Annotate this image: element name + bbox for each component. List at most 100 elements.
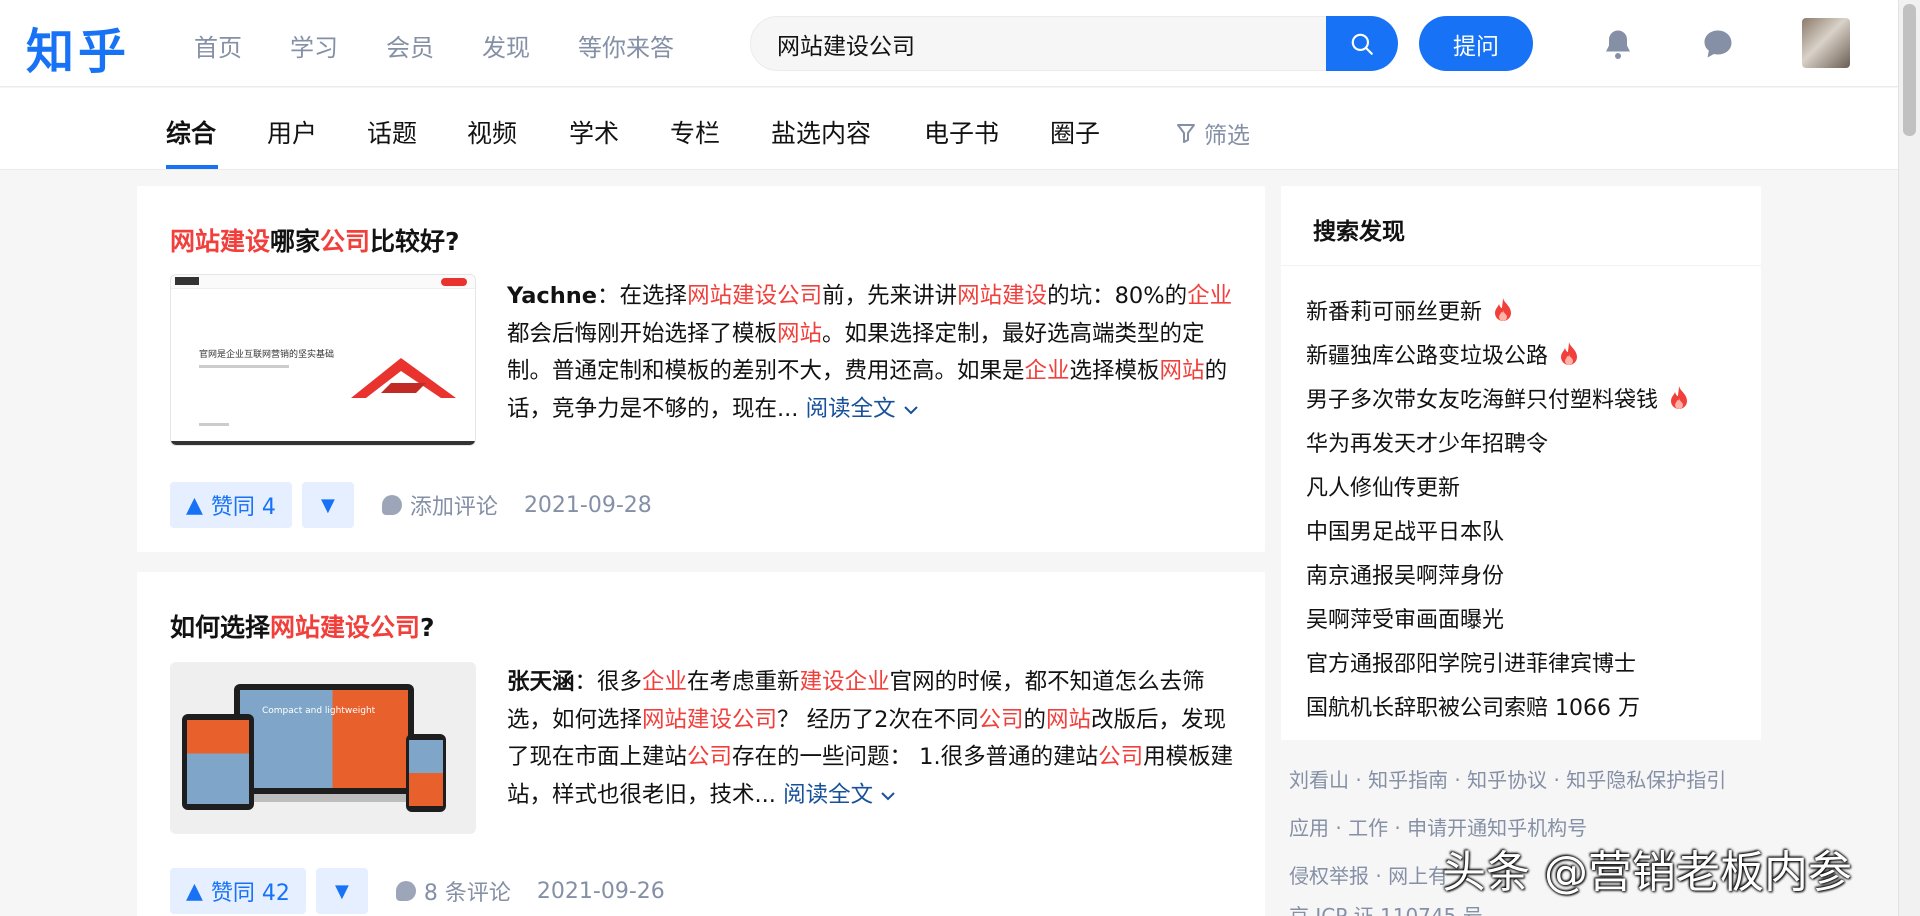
filter-label: 筛选: [1204, 123, 1250, 149]
top-header: 知乎 首页 学习 会员 发现 等你来答 提问: [0, 0, 1898, 87]
hot-search-item[interactable]: 华为再发天才少年招聘令: [1306, 420, 1690, 464]
search-result-card: 网站建设哪家公司比较好? 官网是企业互联网营销的坚实基础 Yachne：在选择网…: [137, 186, 1265, 552]
tab-users[interactable]: 用户: [267, 114, 317, 150]
thumb-chevron-graphic: [351, 358, 456, 398]
nav-waiting[interactable]: 等你来答: [578, 28, 674, 63]
comment-button[interactable]: 添加评论: [381, 489, 498, 521]
result-thumbnail[interactable]: Compact and lightweight: [170, 662, 476, 834]
result-thumbnail[interactable]: 官网是企业互联网营销的坚实基础: [170, 274, 476, 446]
result-actions: ▲ 赞同 4 ▼ 添加评论 2021-09-28: [170, 482, 652, 528]
main-nav: 首页 学习 会员 发现 等你来答: [194, 28, 722, 63]
hot-search-text: 国航机长辞职被公司索赔 1066 万: [1306, 696, 1640, 721]
tab-videos[interactable]: 视频: [467, 114, 517, 150]
thumb-laptop-screen: [240, 690, 408, 788]
scrollbar-thumb[interactable]: [1903, 4, 1916, 136]
bell-icon[interactable]: [1600, 26, 1636, 62]
result-excerpt[interactable]: 张天涵：很多企业在考虑重新建设企业官网的时候，都不知道怎么去筛选，如何选择网站建…: [507, 664, 1237, 814]
footer-link[interactable]: 知乎指南: [1368, 768, 1448, 792]
fire-icon: [1495, 298, 1512, 321]
tab-topics[interactable]: 话题: [367, 114, 417, 150]
footer-link[interactable]: 网上有: [1388, 864, 1448, 888]
thumb-navbar: [171, 275, 475, 289]
upvote-button[interactable]: ▲ 赞同 4: [170, 482, 292, 528]
result-date: 2021-09-26: [536, 878, 665, 904]
result-excerpt[interactable]: Yachne：在选择网站建设公司前，先来讲讲网站建设的坑：80%的企业都会后悔刚…: [507, 278, 1237, 428]
author-name[interactable]: Yachne: [507, 283, 597, 309]
triangle-down-icon: ▼: [321, 494, 335, 516]
page-scrollbar[interactable]: [1898, 0, 1920, 916]
search-button[interactable]: [1326, 16, 1398, 71]
footer-icp: 京 ICP 证 110745 号: [1289, 904, 1483, 916]
tab-salt-selection[interactable]: 盐选内容: [771, 114, 871, 150]
fire-icon: [1671, 386, 1688, 409]
triangle-down-icon: ▼: [335, 880, 349, 902]
hot-search-item[interactable]: 南京通报吴啊萍身份: [1306, 552, 1690, 596]
search-discovery-panel: 搜索发现 新番莉可丽丝更新 新疆独库公路变垃圾公路男子多次带女友吃海鲜只付塑料袋钱…: [1281, 186, 1761, 740]
chevron-down-icon: [904, 405, 918, 414]
hot-search-item[interactable]: 吴啊萍受审画面曝光: [1306, 596, 1690, 640]
user-avatar[interactable]: [1802, 18, 1850, 68]
footer-link[interactable]: 应用: [1289, 816, 1329, 840]
footer-link[interactable]: 刘看山: [1289, 768, 1349, 792]
tab-academic[interactable]: 学术: [569, 114, 619, 150]
thumb-line: [199, 365, 289, 368]
search-result-card: 如何选择网站建设公司? Compact and lightweight 张天涵：…: [137, 572, 1265, 916]
panel-title: 搜索发现: [1281, 186, 1761, 266]
search-input[interactable]: [751, 17, 1271, 70]
hot-search-item[interactable]: 官方通报邵阳学院引进菲律宾博士: [1306, 640, 1690, 684]
read-more-link[interactable]: 阅读全文: [806, 396, 919, 422]
triangle-up-icon: ▲: [186, 878, 203, 904]
result-date: 2021-09-28: [523, 492, 652, 518]
author-name[interactable]: 张天涵: [507, 669, 575, 695]
footer-link[interactable]: 知乎隐私保护指引: [1566, 768, 1726, 792]
tab-columns[interactable]: 专栏: [670, 114, 720, 150]
message-icon[interactable]: [1700, 26, 1736, 62]
thumb-button: [441, 278, 467, 286]
hot-search-item[interactable]: 凡人修仙传更新: [1306, 464, 1690, 508]
filter-icon: [1177, 124, 1195, 143]
tab-circles[interactable]: 圈子: [1050, 114, 1100, 150]
hot-search-item[interactable]: 国航机长辞职被公司索赔 1066 万: [1306, 684, 1690, 728]
chevron-down-icon: [881, 791, 896, 800]
hot-search-text: 吴啊萍受审画面曝光: [1306, 608, 1505, 633]
hot-search-item[interactable]: 男子多次带女友吃海鲜只付塑料袋钱: [1306, 376, 1690, 420]
tab-ebooks[interactable]: 电子书: [924, 114, 999, 150]
hot-search-item[interactable]: 中国男足战平日本队: [1306, 508, 1690, 552]
result-title[interactable]: 如何选择网站建设公司?: [170, 608, 435, 644]
hot-search-list: 新番莉可丽丝更新 新疆独库公路变垃圾公路男子多次带女友吃海鲜只付塑料袋钱 华为再发天…: [1306, 288, 1690, 728]
footer-link[interactable]: 工作: [1348, 816, 1388, 840]
result-title[interactable]: 网站建设哪家公司比较好?: [170, 222, 460, 258]
downvote-button[interactable]: ▼: [301, 482, 354, 528]
read-more-link[interactable]: 阅读全文: [783, 782, 896, 808]
active-tab-indicator: [166, 165, 218, 169]
ask-button[interactable]: 提问: [1419, 16, 1533, 71]
fire-icon: [1561, 342, 1578, 365]
hot-search-item[interactable]: 新疆独库公路变垃圾公路: [1306, 332, 1690, 376]
filter-button[interactable]: 筛选: [1176, 116, 1250, 150]
thumb-bottom-bar: [171, 441, 475, 445]
footer-link[interactable]: 知乎协议: [1467, 768, 1547, 792]
search-icon: [1351, 33, 1373, 55]
footer-links-row: 侵权举报 · 网上有: [1289, 864, 1449, 888]
comment-icon: [395, 881, 416, 901]
upvote-button[interactable]: ▲ 赞同 42: [170, 868, 306, 914]
search-tabs: 综合 用户 话题 视频 学术 专栏 盐选内容 电子书 圈子 筛选: [0, 88, 1898, 170]
zhihu-logo[interactable]: 知乎: [26, 12, 130, 82]
nav-home[interactable]: 首页: [194, 28, 242, 63]
comment-button[interactable]: 8 条评论: [395, 875, 511, 907]
tab-general[interactable]: 综合: [166, 114, 216, 150]
hot-search-item[interactable]: 新番莉可丽丝更新: [1306, 288, 1690, 332]
footer-link[interactable]: 侵权举报: [1289, 864, 1369, 888]
hot-search-text: 官方通报邵阳学院引进菲律宾博士: [1306, 652, 1637, 677]
hot-search-text: 男子多次带女友吃海鲜只付塑料袋钱: [1306, 388, 1659, 413]
nav-discover[interactable]: 发现: [482, 28, 530, 63]
hot-search-text: 中国男足战平日本队: [1306, 520, 1505, 545]
footer-links-row: 刘看山 · 知乎指南 · 知乎协议 · 知乎隐私保护指引: [1289, 768, 1727, 792]
downvote-button[interactable]: ▼: [315, 868, 368, 914]
hot-search-text: 华为再发天才少年招聘令: [1306, 432, 1549, 457]
nav-vip[interactable]: 会员: [386, 28, 434, 63]
thumb-footer-line: [199, 423, 229, 426]
hot-search-text: 凡人修仙传更新: [1306, 476, 1461, 501]
thumb-caption: 官网是企业互联网营销的坚实基础: [199, 350, 335, 360]
nav-learn[interactable]: 学习: [290, 28, 338, 63]
